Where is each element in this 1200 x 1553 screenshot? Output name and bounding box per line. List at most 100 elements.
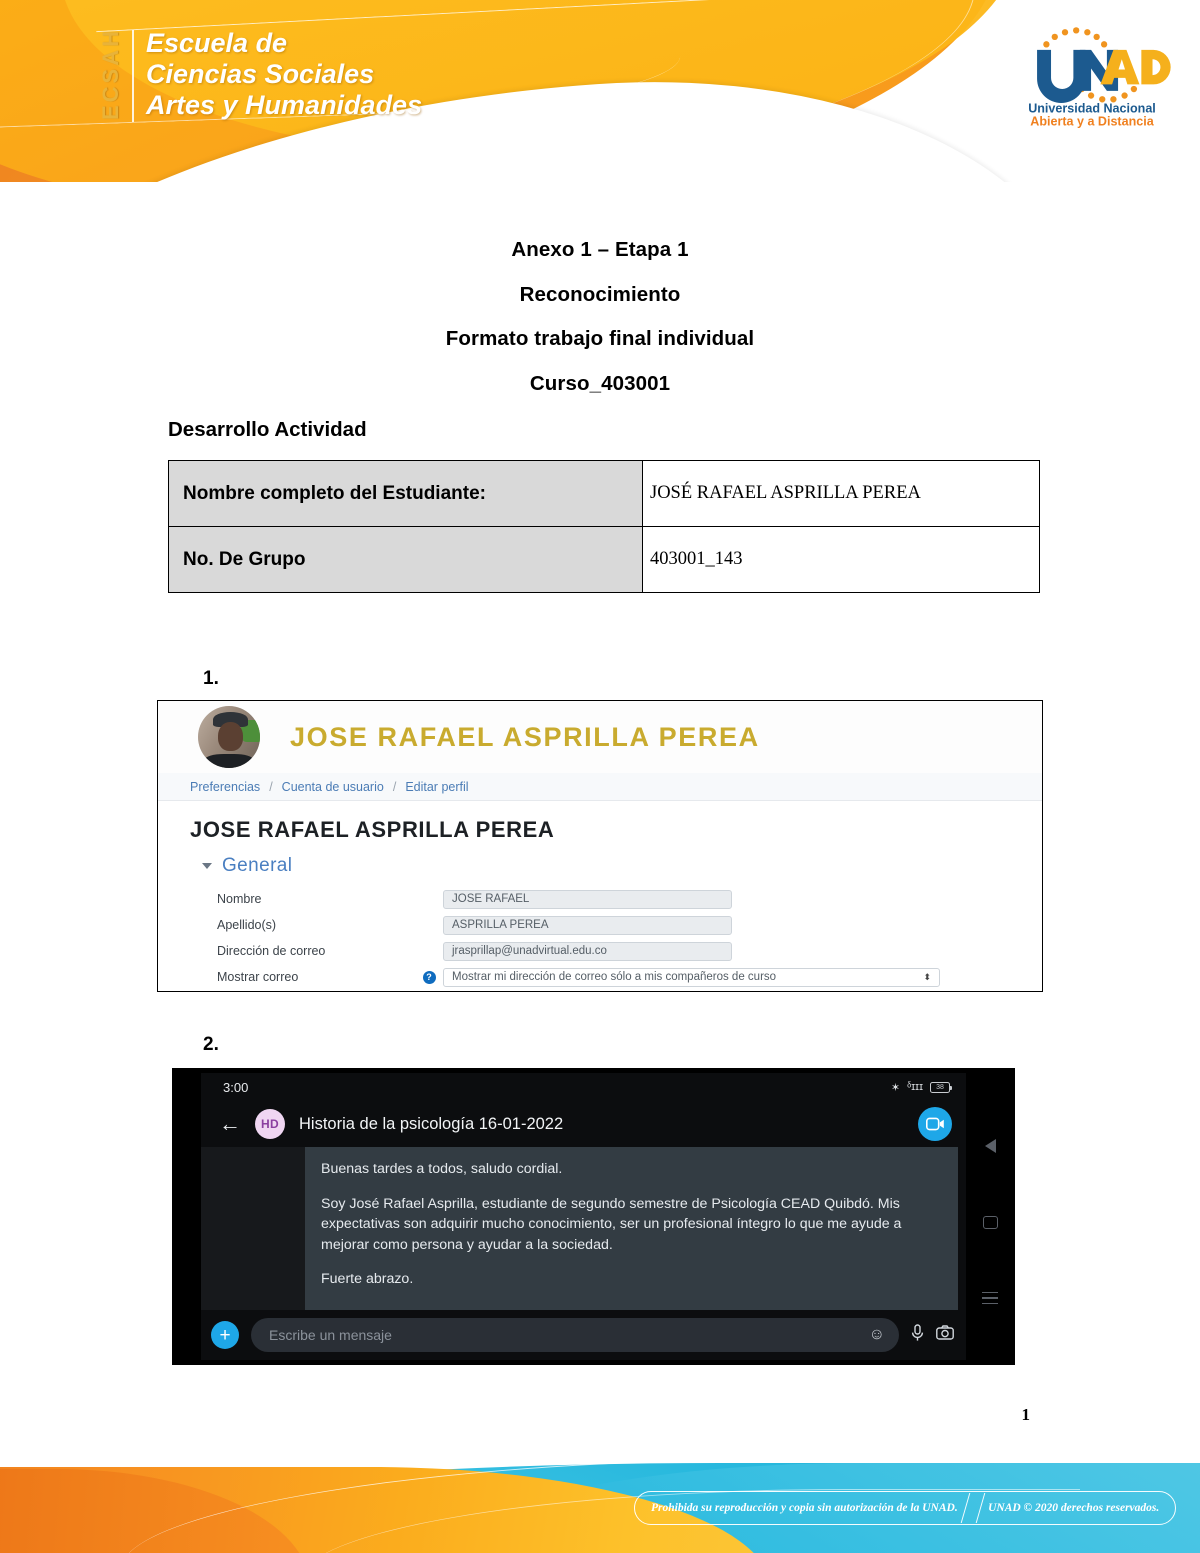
nav-recents-icon[interactable] — [982, 1291, 998, 1305]
ecsah-acronym: ECSAH — [98, 28, 123, 121]
ecsah-school-name: Escuela de Ciencias Sociales Artes y Hum… — [146, 28, 422, 120]
profile-banner-name: JOSE RAFAEL ASPRILLA PEREA — [290, 721, 760, 752]
chat-right-gutter — [958, 1147, 966, 1310]
message-input[interactable]: Escribe un mensaje ☺ — [251, 1318, 899, 1352]
chat-left-gutter — [201, 1147, 305, 1310]
nav-back-icon[interactable] — [984, 1138, 996, 1153]
add-attachment-button[interactable]: + — [211, 1321, 239, 1349]
footer-notice-right: UNAD © 2020 derechos reservados. — [988, 1502, 1160, 1514]
footer-divider — [960, 1493, 971, 1523]
table-label-group-number: No. De Grupo — [168, 526, 643, 593]
form-section-general[interactable]: General — [202, 855, 1042, 877]
footer-notice-left: Prohibida su reproducción y copia sin au… — [651, 1502, 958, 1514]
list-marker-2: 2. — [203, 1034, 219, 1055]
emoji-icon[interactable]: ☺ — [869, 1326, 885, 1344]
student-info-table: Nombre completo del Estudiante: JOSÉ RAF… — [168, 460, 1040, 593]
field-label-direccion-correo: Dirección de correo — [217, 944, 326, 958]
email-field[interactable]: jrasprillap@unadvirtual.edu.co — [443, 941, 732, 961]
microphone-icon[interactable] — [911, 1323, 924, 1347]
unad-tagline-line1: Universidad Nacional — [1028, 101, 1156, 115]
avatar — [198, 706, 260, 768]
chat-message-line-2: Soy José Rafael Asprilla, estudiante de … — [321, 1195, 902, 1253]
conversation-avatar[interactable]: HD — [255, 1109, 285, 1139]
table-value-student-name: JOSÉ RAFAEL ASPRILLA PEREA — [642, 460, 1040, 527]
ecsah-line-2: Ciencias Sociales — [146, 58, 375, 89]
chevron-updown-icon: ⬍ — [923, 971, 931, 982]
status-icons: ✶ ᵟɪɪɪ 38 — [890, 1081, 952, 1094]
field-label-nombre: Nombre — [217, 892, 262, 906]
video-call-button[interactable] — [918, 1107, 952, 1141]
document-body: Anexo 1 – Etapa 1 Reconocimiento Formato… — [0, 182, 1200, 1365]
nav-home-icon[interactable] — [982, 1215, 998, 1229]
moodle-form-body: JOSE RAFAEL ASPRILLA PEREA General Nombr… — [158, 801, 1042, 991]
page-header-banner: ECSAH Escuela de Ciencias Sociales Artes… — [0, 0, 1200, 182]
page-number: 1 — [1021, 1405, 1031, 1424]
back-arrow-icon[interactable]: ← — [219, 1113, 241, 1135]
document-title-block: Anexo 1 – Etapa 1 Reconocimiento Formato… — [0, 182, 1200, 394]
mostrar-correo-selected-value: Mostrar mi dirección de correo sólo a mi… — [452, 971, 777, 983]
course-code: Curso_403001 — [529, 371, 671, 395]
breadcrumb-separator: / — [392, 779, 397, 794]
phone-screen: 3:00 ✶ ᵟɪɪɪ 38 ← HD Historia de la psico… — [201, 1073, 966, 1360]
conversation-title: Historia de la psicología 16-01-2022 — [299, 1114, 564, 1133]
bluetooth-icon: ✶ — [890, 1081, 901, 1094]
breadcrumb-separator: / — [269, 779, 273, 794]
field-label-apellidos: Apellido(s) — [217, 918, 277, 932]
ecsah-line-3: Artes y Humanidades — [146, 89, 423, 120]
ecsah-logo-block: ECSAH Escuela de Ciencias Sociales Artes… — [98, 28, 422, 122]
page-title: Anexo 1 – Etapa 1 — [511, 238, 689, 261]
page-footer-banner: Prohibida su reproducción y copia sin au… — [0, 1440, 1200, 1553]
help-icon[interactable]: ? — [422, 970, 436, 984]
table-label-student-name: Nombre completo del Estudiante: — [168, 460, 643, 527]
nombre-input[interactable]: JOSE RAFAEL — [443, 889, 732, 909]
breadcrumb-item-editar-perfil[interactable]: Editar perfil — [405, 780, 468, 794]
page-subtitle: Reconocimiento — [519, 282, 681, 306]
breadcrumb-item-preferencias[interactable]: Preferencias — [190, 780, 260, 794]
form-row-apellidos: Apellido(s) ASPRILLA PEREA — [190, 912, 1042, 938]
unad-logo: Universidad Nacional Abierta y a Distanc… — [1028, 27, 1171, 128]
mic-glyph — [911, 1323, 924, 1341]
form-row-correo: Dirección de correo jrasprillap@unadvirt… — [190, 938, 1042, 964]
video-camera-icon — [925, 1117, 944, 1131]
moodle-profile-screenshot: JOSE RAFAEL ASPRILLA PEREA Preferencias … — [157, 700, 1043, 992]
breadcrumb: Preferencias / Cuenta de usuario / Edita… — [158, 773, 1042, 801]
message-input-placeholder: Escribe un mensaje — [269, 1327, 392, 1343]
help-icon-wrapper: ? — [415, 970, 443, 984]
section-heading: Desarrollo Actividad — [168, 418, 367, 441]
ecsah-line-1: Escuela de — [146, 28, 288, 58]
form-row-mostrar-correo: Mostrar correo ? Mostrar mi dirección de… — [190, 964, 1042, 990]
footer-copyright-pill: Prohibida su reproducción y copia sin au… — [634, 1491, 1177, 1525]
mobile-chat-screenshot: 3:00 ✶ ᵟɪɪɪ 38 ← HD Historia de la psico… — [172, 1068, 1015, 1365]
android-navigation-bar — [966, 1073, 1014, 1360]
phone-status-bar: 3:00 ✶ ᵟɪɪɪ 38 — [201, 1073, 966, 1101]
chevron-down-icon[interactable] — [202, 863, 212, 869]
chat-message-bubble: Buenas tardes a todos, saludo cordial. S… — [305, 1147, 958, 1310]
chat-message-area: Buenas tardes a todos, saludo cordial. S… — [201, 1147, 966, 1310]
document-page: ECSAH Escuela de Ciencias Sociales Artes… — [0, 0, 1200, 1553]
battery-icon: 38 — [930, 1081, 952, 1093]
camera-icon[interactable] — [936, 1325, 954, 1345]
ecsah-divider — [132, 30, 134, 122]
form-row-nombre: Nombre JOSE RAFAEL — [190, 886, 1042, 912]
list-marker-1: 1. — [203, 668, 219, 689]
chat-app-bar: ← HD Historia de la psicología 16-01-202… — [201, 1101, 966, 1147]
table-row: No. De Grupo 403001_143 — [168, 526, 1040, 593]
moodle-profile-banner: JOSE RAFAEL ASPRILLA PEREA — [158, 701, 1042, 773]
form-row-moodlenet: MoodleNet profile ? — [190, 990, 1042, 991]
chat-message-line-1: Buenas tardes a todos, saludo cordial. — [321, 1161, 563, 1177]
profile-page-heading: JOSE RAFAEL ASPRILLA PEREA — [190, 817, 555, 842]
status-time: 3:00 — [223, 1079, 249, 1095]
mostrar-correo-select[interactable]: Mostrar mi dirección de correo sólo a mi… — [443, 967, 940, 987]
apellidos-input[interactable]: ASPRILLA PEREA — [443, 915, 732, 935]
chat-compose-bar: + Escribe un mensaje ☺ — [201, 1310, 966, 1360]
chat-message-line-3: Fuerte abrazo. — [321, 1271, 414, 1288]
footer-divider-2 — [975, 1493, 986, 1523]
breadcrumb-item-cuenta-usuario[interactable]: Cuenta de usuario — [282, 780, 384, 794]
form-section-label: General — [222, 855, 293, 876]
signal-icon: ᵟɪɪɪ — [907, 1081, 923, 1093]
field-label-mostrar-correo: Mostrar correo — [217, 970, 299, 984]
page-subtitle-2: Formato trabajo final individual — [445, 327, 755, 350]
camera-glyph — [936, 1325, 954, 1340]
unad-tagline-line2: Abierta y a Distancia — [1030, 114, 1154, 128]
table-row: Nombre completo del Estudiante: JOSÉ RAF… — [168, 460, 1040, 527]
